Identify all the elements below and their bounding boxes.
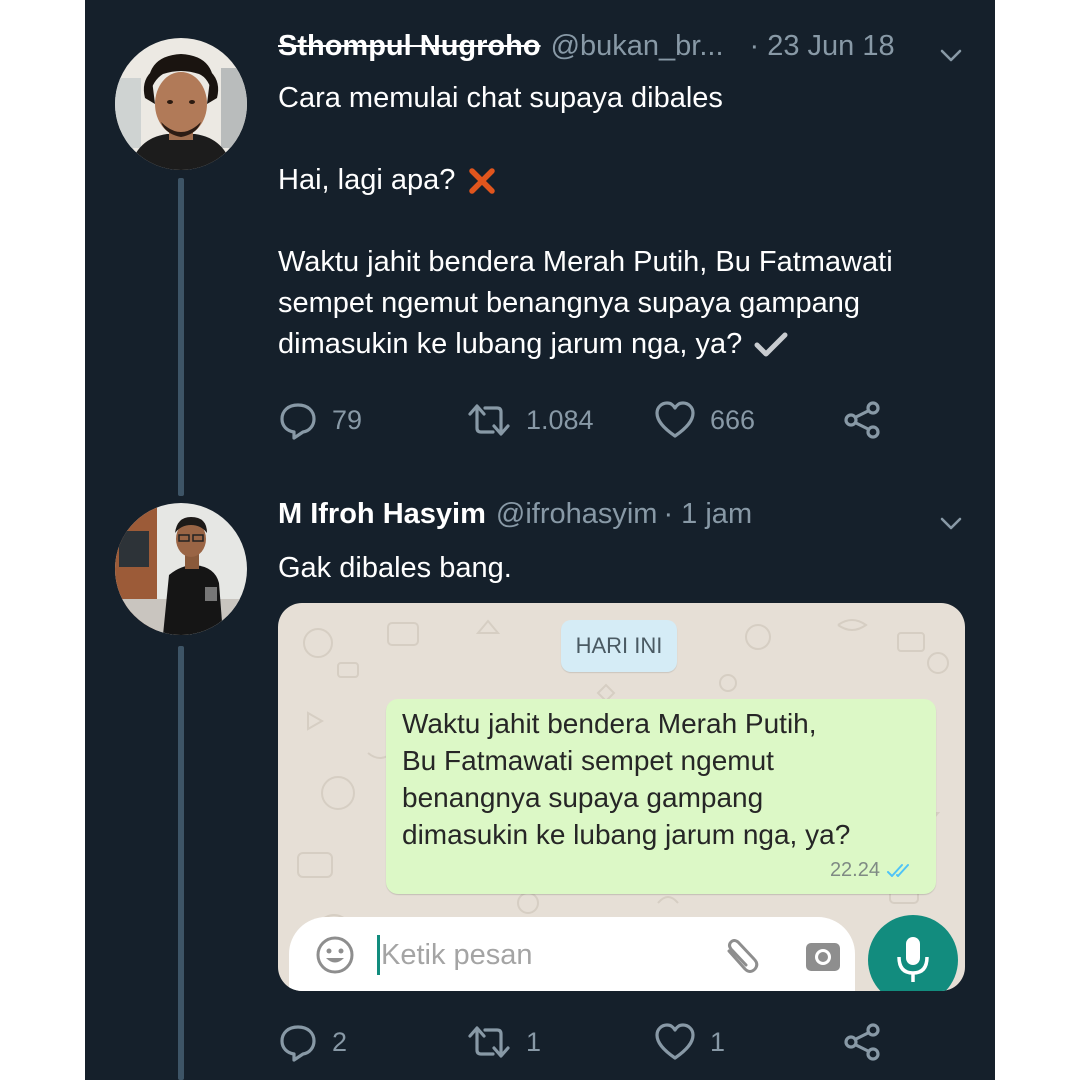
like-button[interactable]: 666	[654, 400, 842, 440]
like-count: 666	[710, 404, 756, 435]
whatsapp-screenshot[interactable]: HARI INI Waktu jahit bendera Merah Putih…	[278, 603, 965, 991]
date-separator: HARI INI	[561, 620, 677, 672]
like-count: 1	[710, 1026, 726, 1057]
reply-count: 79	[332, 404, 363, 435]
thread-line	[178, 646, 184, 1080]
double-check-icon	[887, 863, 909, 877]
timestamp[interactable]: · 23 Jun 18	[750, 30, 895, 63]
cross-mark-icon	[469, 167, 496, 194]
retweet-count: 1	[526, 1026, 542, 1057]
chevron-down-icon[interactable]	[939, 44, 963, 68]
retweet-icon	[468, 404, 510, 436]
mic-icon	[897, 937, 929, 982]
tweet-text: Cara memulai chat supaya dibales Hai, la…	[278, 78, 893, 365]
reply-icon	[280, 403, 316, 440]
message-input-bar[interactable]: Ketik pesan	[289, 917, 855, 991]
camera-icon[interactable]	[803, 935, 843, 975]
thread-line	[178, 178, 184, 496]
check-mark-icon	[754, 332, 788, 356]
tweet-header: M Ifroh Hasyim @ifrohasyim · 1 jam	[278, 498, 752, 531]
share-icon	[844, 401, 880, 439]
share-icon	[844, 1023, 880, 1061]
text-cursor	[377, 935, 380, 975]
emoji-icon[interactable]	[315, 935, 355, 975]
reply-button[interactable]: 79	[278, 400, 466, 440]
message-time: 22.24	[829, 859, 880, 881]
tweet-line: Hai, lagi apa?	[278, 160, 893, 201]
attach-icon[interactable]	[721, 937, 761, 977]
tweet-line: Gak dibales bang.	[278, 552, 512, 584]
display-name[interactable]: M Ifroh Hasyim	[278, 498, 486, 531]
reply-icon	[280, 1025, 316, 1062]
avatar[interactable]	[115, 38, 247, 170]
tweet-actions: 2 1 1	[278, 1022, 884, 1062]
message-meta: 22.24	[830, 859, 914, 882]
like-icon	[655, 401, 695, 438]
tweet-header: Sthompul Nugroho @bukan_br... · 23 Jun 1…	[278, 30, 895, 63]
message-input[interactable]: Ketik pesan	[381, 939, 533, 972]
retweet-count: 1.084	[526, 404, 594, 435]
message-bubble[interactable]: Waktu jahit bendera Merah Putih, Bu Fatm…	[386, 699, 936, 894]
twitter-thread: Sthompul Nugroho @bukan_br... · 23 Jun 1…	[85, 0, 995, 1080]
display-name[interactable]: Sthompul Nugroho	[278, 30, 541, 63]
tweet-line: sempet ngemut benangnya supaya gampang	[278, 287, 861, 319]
reply-count: 2	[332, 1026, 348, 1057]
retweet-icon	[468, 1026, 510, 1058]
retweet-button[interactable]: 1	[466, 1022, 654, 1062]
tweet-actions: 79 1.084 666	[278, 400, 884, 440]
tweet-line: Cara memulai chat supaya dibales	[278, 82, 723, 114]
message-text: Waktu jahit bendera Merah Putih, Bu Fatm…	[402, 708, 851, 850]
chevron-down-icon[interactable]	[939, 512, 963, 536]
timestamp[interactable]: · 1 jam	[663, 498, 752, 531]
username[interactable]: @bukan_br...	[551, 30, 724, 63]
share-button[interactable]	[842, 400, 884, 440]
retweet-button[interactable]: 1.084	[466, 400, 654, 440]
like-button[interactable]: 1	[654, 1022, 842, 1062]
tweet-line: dimasukin ke lubang jarum nga, ya?	[278, 324, 893, 365]
reply-button[interactable]: 2	[278, 1022, 466, 1062]
username[interactable]: @ifrohasyim	[496, 498, 658, 531]
tweet-line: Waktu jahit bendera Merah Putih, Bu Fatm…	[278, 246, 893, 278]
tweet-text: Gak dibales bang.	[278, 548, 512, 589]
share-button[interactable]	[842, 1022, 884, 1062]
mic-button[interactable]	[868, 915, 958, 991]
like-icon	[655, 1023, 695, 1060]
avatar[interactable]	[115, 503, 247, 635]
